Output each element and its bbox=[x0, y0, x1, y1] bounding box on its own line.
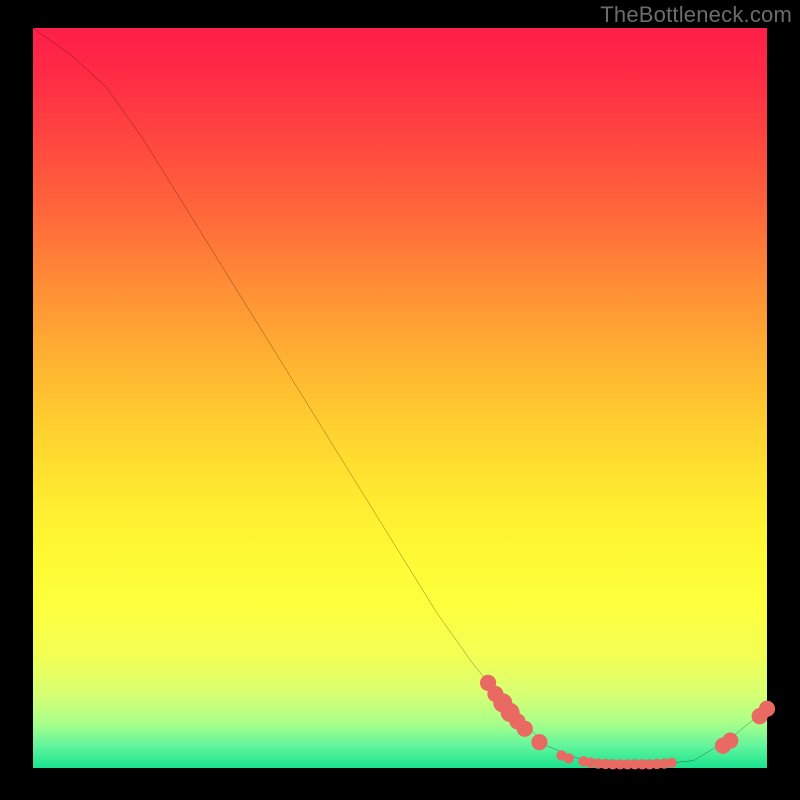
marker-point bbox=[564, 753, 574, 763]
watermark-text: TheBottleneck.com bbox=[600, 2, 792, 28]
marker-point bbox=[531, 734, 547, 750]
marker-group bbox=[480, 675, 775, 770]
plot-overlay bbox=[33, 28, 767, 768]
marker-point bbox=[759, 701, 775, 717]
marker-point bbox=[722, 732, 738, 748]
marker-point bbox=[517, 721, 533, 737]
marker-point bbox=[666, 758, 676, 768]
chart-frame: TheBottleneck.com bbox=[0, 0, 800, 800]
bottleneck-curve bbox=[33, 28, 767, 764]
